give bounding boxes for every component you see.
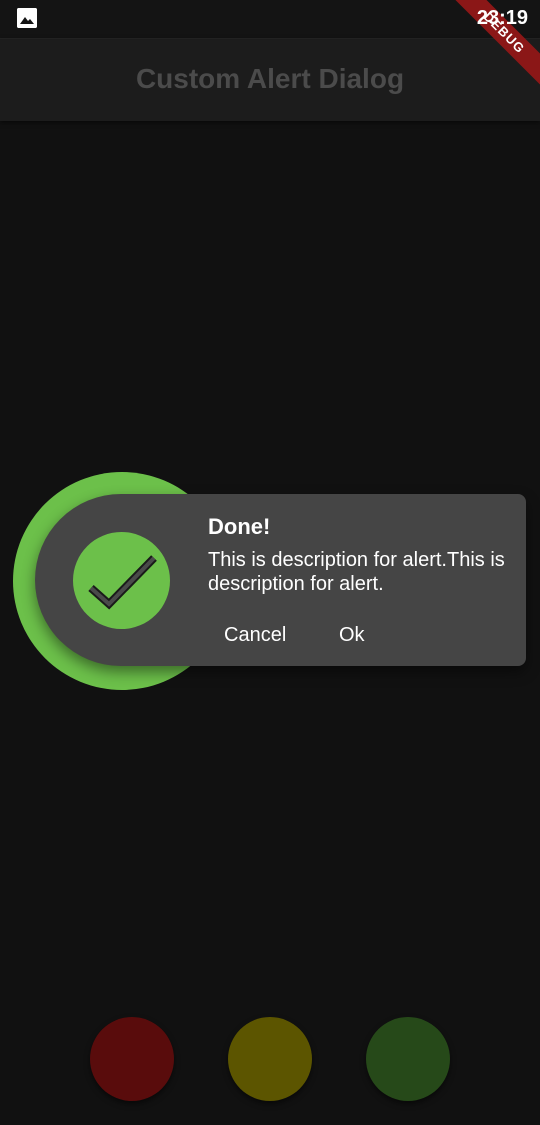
status-time: 23:19 <box>476 7 528 29</box>
app-bar: Custom Alert Dialog <box>0 38 540 121</box>
ok-button[interactable]: Ok <box>331 620 373 650</box>
status-bar: 23:19 <box>0 0 540 38</box>
cancel-button[interactable]: Cancel <box>216 620 294 650</box>
page-title: Custom Alert Dialog <box>135 63 405 94</box>
green-alert-button[interactable] <box>366 1017 450 1101</box>
dialog-title: Done! <box>208 514 271 539</box>
red-alert-button[interactable] <box>90 1017 174 1101</box>
dialog-description: This is description for alert.This is de… <box>208 549 505 595</box>
check-icon <box>73 532 170 629</box>
yellow-alert-button[interactable] <box>228 1017 312 1101</box>
gallery-icon <box>17 8 37 28</box>
